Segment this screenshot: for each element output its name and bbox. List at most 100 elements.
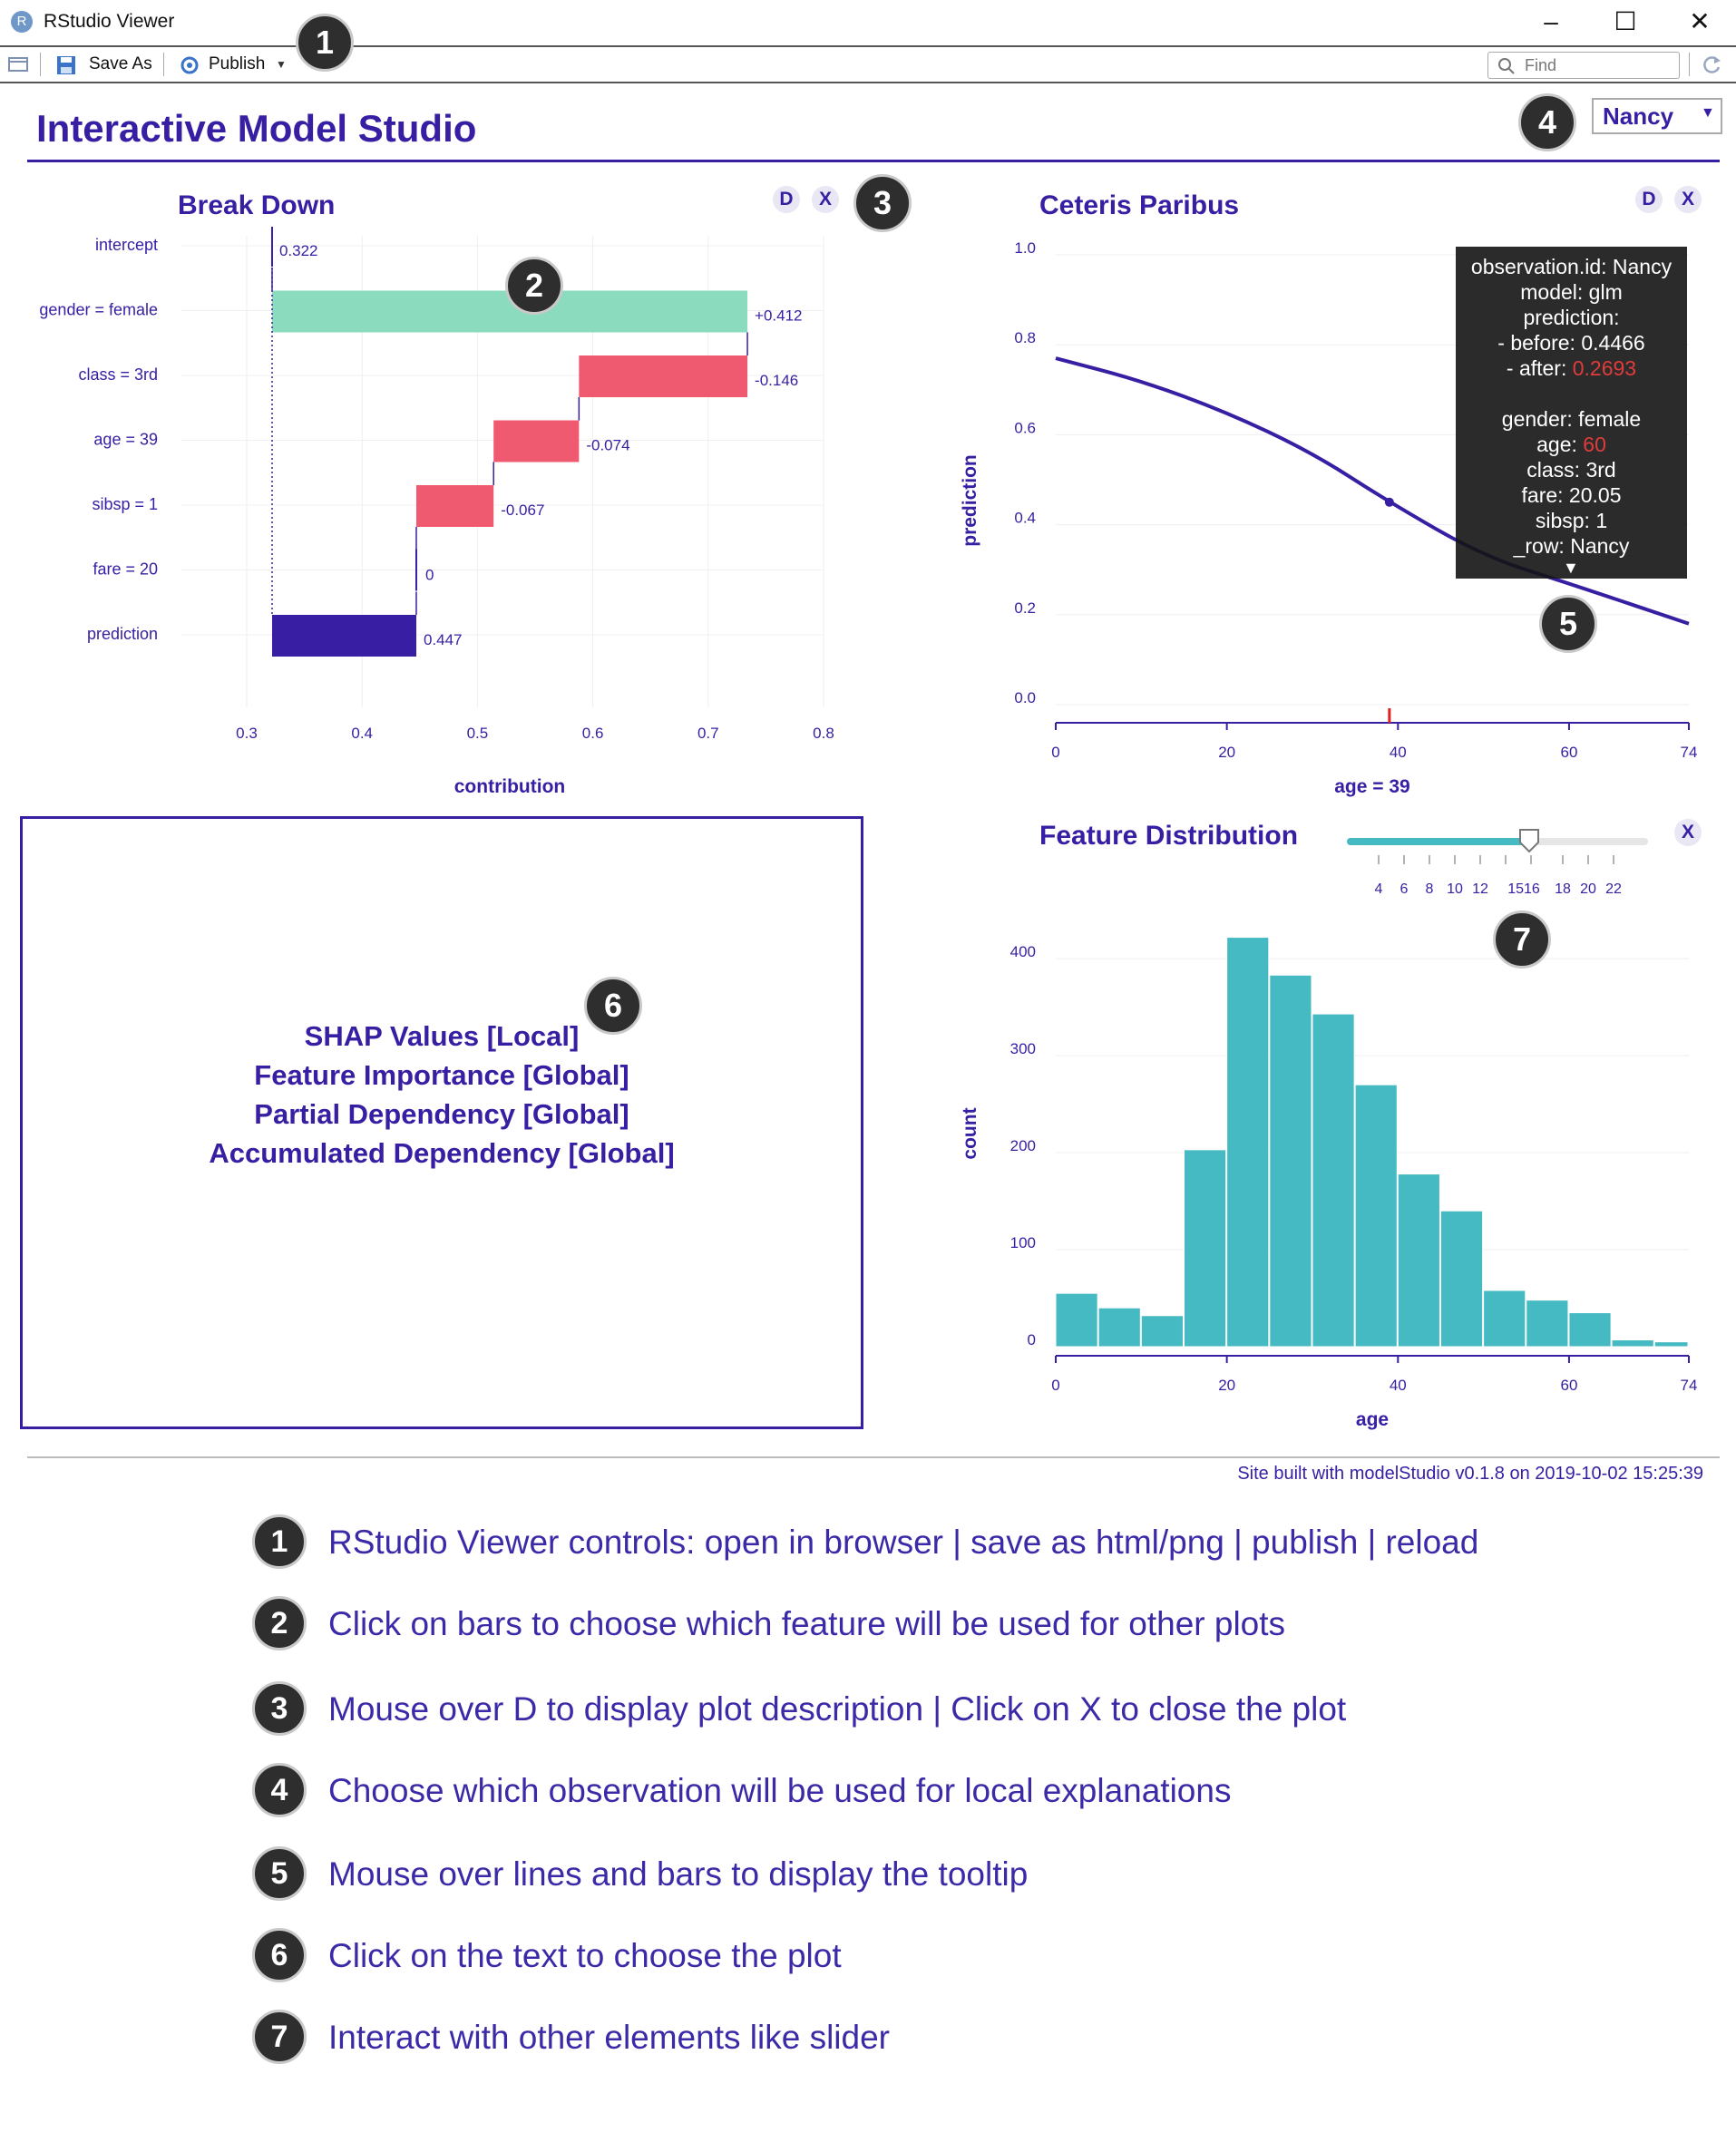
data-label: -0.067	[501, 501, 544, 519]
plot-chooser: SHAP Values [Local] Feature Importance […	[20, 816, 863, 1429]
y-tick-label: prediction	[87, 625, 158, 643]
legend-text: Mouse over lines and bars to display the…	[328, 1855, 1029, 1893]
data-label: -0.074	[586, 437, 629, 454]
histogram-bar	[1097, 1307, 1141, 1348]
y-tick-label: 0.2	[1014, 599, 1036, 617]
histogram-bar	[1653, 1341, 1689, 1348]
reload-icon[interactable]	[1700, 54, 1723, 77]
y-tick-label: 300	[1010, 1040, 1036, 1057]
callout-7: 7	[1493, 910, 1551, 969]
legend-number: 4	[252, 1763, 307, 1817]
x-tick-label: 0.6	[582, 725, 604, 742]
legend-item: 5 Mouse over lines and bars to display t…	[252, 1846, 1703, 1910]
break-down-close-button[interactable]: X	[812, 186, 839, 213]
legend-text: Choose which observation will be used fo…	[328, 1772, 1232, 1809]
chevron-down-icon: ▼	[1701, 105, 1715, 121]
publish-icon	[180, 56, 199, 74]
callout-legend: 1 RStudio Viewer controls: open in brows…	[0, 1514, 1736, 2095]
bar-class-3rd	[579, 355, 748, 397]
close-icon[interactable]: ✕	[1678, 4, 1721, 40]
break-down-description-button[interactable]: D	[773, 186, 800, 213]
y-tick-label: 0.4	[1014, 510, 1036, 527]
minimize-icon[interactable]: –	[1529, 4, 1573, 40]
histogram-bar	[1611, 1339, 1654, 1348]
legend-number: 5	[252, 1846, 307, 1901]
x-tick-label: 0	[1051, 1377, 1059, 1394]
callout-3: 3	[853, 174, 912, 232]
tooltip-line: class: 3rd	[1526, 458, 1616, 482]
tooltip-line: - after: 0.2693	[1506, 356, 1637, 380]
browser-icon[interactable]	[7, 55, 31, 73]
choice-feature-importance[interactable]: Feature Importance [Global]	[23, 1059, 861, 1092]
break-down-title: Break Down	[178, 190, 336, 220]
histogram-bar	[1226, 937, 1270, 1348]
x-axis-title: age = 39	[1334, 776, 1409, 797]
x-tick-label: 0.3	[236, 725, 258, 742]
header-divider	[27, 160, 1720, 162]
data-label: 0.447	[424, 631, 463, 648]
tooltip-line: model: glm	[1520, 280, 1623, 304]
legend-number: 2	[252, 1596, 307, 1650]
x-tick-label: 40	[1390, 1377, 1407, 1394]
rstudio-app-icon: R	[11, 11, 33, 33]
tooltip-line: fare: 20.05	[1521, 483, 1622, 507]
histogram-bar	[1483, 1290, 1526, 1348]
publish-label: Publish	[209, 54, 266, 73]
save-as-label: Save As	[89, 54, 152, 73]
y-tick-label: gender = female	[39, 301, 158, 319]
footer-divider	[27, 1456, 1720, 1458]
break-down-chart: 0.3 0.4 0.5 0.6 0.7 0.8 intercept 0.322 gender =…	[39, 227, 834, 797]
legend-text: Click on the text to choose the plot	[328, 1937, 842, 1974]
callout-2: 2	[505, 257, 563, 315]
bar-sibsp-1	[415, 485, 494, 527]
y-axis-title: count	[960, 1107, 980, 1159]
feature-distribution-title: Feature Distribution	[1039, 821, 1299, 851]
choice-partial-dependency[interactable]: Partial Dependency [Global]	[23, 1098, 861, 1131]
ceteris-paribus-close-button[interactable]: X	[1674, 186, 1702, 213]
tooltip-line: prediction:	[1523, 306, 1620, 329]
y-tick-label: sibsp = 1	[92, 495, 158, 513]
legend-item: 1 RStudio Viewer controls: open in brows…	[252, 1514, 1703, 1578]
observation-select[interactable]: Nancy ▼	[1592, 98, 1722, 134]
tooltip-line: sibsp: 1	[1535, 509, 1608, 532]
x-tick-label: 74	[1681, 1377, 1698, 1394]
choice-accumulated-dependency[interactable]: Accumulated Dependency [Global]	[23, 1137, 861, 1170]
tooltip-line: - before: 0.4466	[1497, 331, 1645, 355]
y-tick-label: 0	[1028, 1331, 1036, 1348]
y-tick-label: intercept	[95, 236, 158, 254]
x-tick-label: 20	[1218, 1377, 1235, 1394]
observation-select-value: Nancy	[1603, 102, 1674, 130]
save-as-button[interactable]: Save As	[53, 51, 158, 78]
legend-text: Mouse over D to display plot description…	[328, 1690, 1347, 1728]
publish-button[interactable]: Publish ▼	[174, 51, 292, 78]
slider-handle[interactable]	[1519, 829, 1539, 853]
y-tick-label: 200	[1010, 1137, 1036, 1154]
y-tick-label: age = 39	[93, 431, 158, 449]
feature-distribution-close-button[interactable]: X	[1674, 819, 1702, 846]
x-tick-label: 20	[1218, 744, 1235, 761]
histogram-bar	[1397, 1173, 1440, 1348]
legend-number: 3	[252, 1681, 307, 1736]
y-tick-label: 400	[1010, 943, 1036, 960]
data-label: +0.412	[755, 307, 802, 325]
histogram-bar	[1354, 1084, 1398, 1348]
legend-text: RStudio Viewer controls: open in browser…	[328, 1524, 1479, 1561]
maximize-icon[interactable]: ☐	[1604, 4, 1647, 40]
toolbar-separator	[40, 53, 41, 76]
tooltip-line: gender: female	[1501, 407, 1642, 431]
find-input[interactable]: Find	[1487, 52, 1680, 79]
save-icon	[57, 56, 75, 74]
footer-text: Site built with modelStudio v0.1.8 on 20…	[1237, 1464, 1703, 1484]
callout-6: 6	[584, 977, 642, 1035]
window-titlebar: R RStudio Viewer – ☐ ✕	[0, 0, 1736, 47]
x-tick-label: 0.5	[467, 725, 489, 742]
feature-distribution-chart: 0 100 200 300 400 0 20 40 60 74 count age	[960, 937, 1698, 1430]
y-axis-title: prediction	[960, 454, 980, 547]
legend-number: 6	[252, 1928, 307, 1982]
data-label: 0.322	[279, 242, 318, 259]
page-title: Interactive Model Studio	[36, 107, 477, 150]
ceteris-paribus-description-button[interactable]: D	[1635, 186, 1663, 213]
choice-shap-values[interactable]: SHAP Values [Local]	[23, 1020, 861, 1053]
tooltip-line: observation.id: Nancy	[1470, 255, 1673, 278]
x-tick-label: 0.7	[697, 725, 719, 742]
